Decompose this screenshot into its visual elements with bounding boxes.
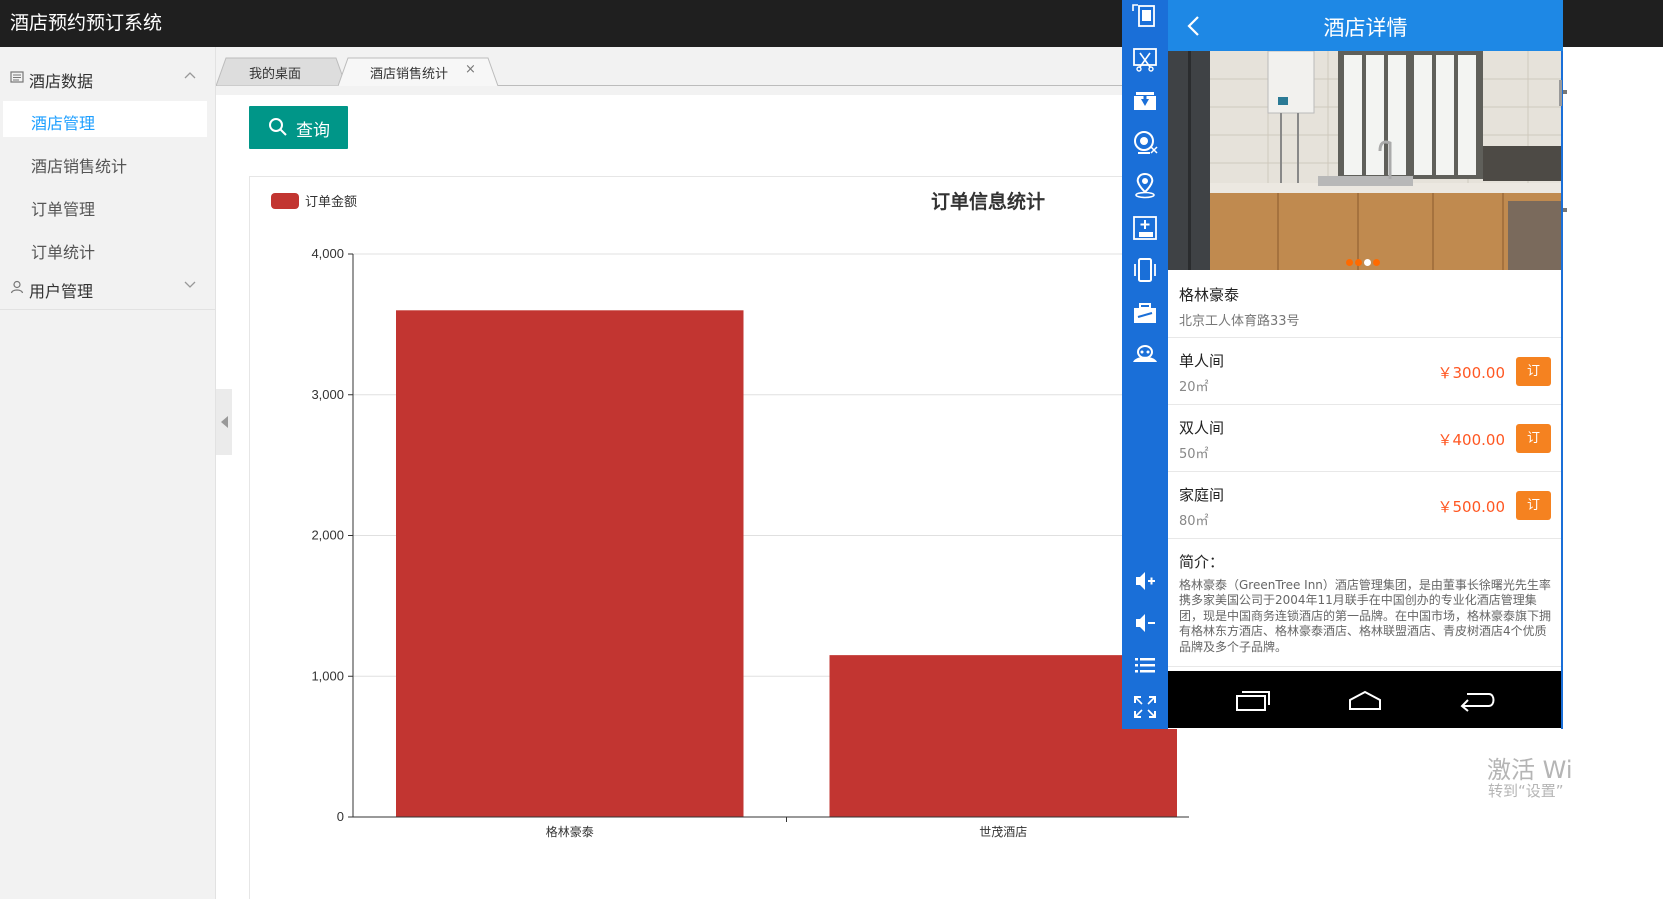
sidebar-item-label: 酒店管理 <box>31 114 96 133</box>
carousel-dot[interactable] <box>1373 259 1380 266</box>
divider <box>1168 471 1561 472</box>
toolbox-icon[interactable] <box>1130 298 1160 328</box>
phone-screen: 酒店详情 格林豪泰 北京工人体育路33号 单人间 20㎡ ￥300.00 订 双… <box>1168 0 1563 729</box>
intro-text: 格林豪泰（GreenTree Inn）酒店管理集团，是由董事长徐曙光先生率携多家… <box>1179 578 1552 654</box>
hotel-name: 格林豪泰 <box>1179 286 1240 304</box>
sidebar-group-hotel-data[interactable]: 酒店数据 <box>0 58 215 98</box>
scroll-marker <box>1563 208 1567 212</box>
sidebar-item-hotel-sales-stats[interactable]: 酒店销售统计 <box>3 144 207 180</box>
camera-icon[interactable] <box>1130 128 1160 158</box>
sidebar-item-order-stats[interactable]: 订单统计 <box>3 230 207 266</box>
recent-apps-icon[interactable] <box>1235 690 1271 712</box>
sidebar-item-label: 酒店销售统计 <box>31 157 128 176</box>
divider <box>1168 404 1561 405</box>
back-nav-icon[interactable] <box>1459 688 1497 712</box>
room-size: 80㎡ <box>1179 514 1209 529</box>
room-size: 50㎡ <box>1179 447 1209 462</box>
room-name: 家庭间 <box>1179 486 1225 504</box>
home-icon[interactable] <box>1347 689 1383 711</box>
sidebar-item-label: 订单管理 <box>31 200 96 219</box>
phone-page-title: 酒店详情 <box>1323 16 1408 40</box>
multi-instance-icon[interactable] <box>1130 340 1160 370</box>
android-nav-bar <box>1168 671 1561 728</box>
book-single-room-button[interactable]: 订 <box>1516 357 1551 386</box>
search-icon <box>269 118 287 136</box>
fullscreen-icon[interactable] <box>1130 692 1160 722</box>
carousel-dot[interactable] <box>1355 259 1362 266</box>
tab-label: 我的桌面 <box>249 67 302 82</box>
intro-label: 简介： <box>1179 553 1225 571</box>
app-title: 酒店预约预订系统 <box>10 12 163 34</box>
tab-label: 酒店销售统计 <box>370 67 449 82</box>
location-icon[interactable] <box>1130 170 1160 200</box>
book-double-room-button[interactable]: 订 <box>1516 424 1551 453</box>
tab-hotel-sales-stats[interactable]: 酒店销售统计 × <box>338 57 500 86</box>
sidebar-divider <box>0 309 215 310</box>
divider <box>1168 666 1561 667</box>
carousel-dot[interactable] <box>1346 259 1353 266</box>
sidebar-item-label: 订单统计 <box>31 243 96 262</box>
sidebar-group-label: 酒店数据 <box>29 72 94 91</box>
caret-left-icon <box>221 416 228 428</box>
room-price: ￥500.00 <box>1437 498 1506 516</box>
emulator-toolbar <box>1122 0 1168 729</box>
carousel-dot-active[interactable] <box>1364 259 1371 266</box>
tab-close-icon[interactable]: × <box>465 62 476 77</box>
hotel-address: 北京工人体育路33号 <box>1179 314 1300 329</box>
legend-swatch[interactable] <box>271 193 299 209</box>
tab-desktop[interactable]: 我的桌面 <box>216 57 346 86</box>
y-tick-label: 4,000 <box>311 246 344 261</box>
shake-phone-icon[interactable] <box>1130 255 1160 285</box>
user-icon <box>10 280 24 294</box>
kitchen-photo <box>1168 51 1561 270</box>
scroll-marker <box>1563 90 1567 94</box>
y-tick-label: 0 <box>337 809 344 824</box>
x-tick-label: 格林豪泰 <box>546 824 594 839</box>
hotel-photo[interactable] <box>1168 51 1561 270</box>
sidebar-group-label: 用户管理 <box>29 282 94 301</box>
divider <box>1168 538 1561 539</box>
room-name: 双人间 <box>1179 419 1225 437</box>
y-tick-label: 2,000 <box>311 528 344 543</box>
screenshot-icon[interactable] <box>1130 44 1160 74</box>
query-button[interactable]: 查询 <box>249 106 348 149</box>
chevron-down-icon <box>184 281 196 288</box>
bar[interactable] <box>396 310 744 817</box>
install-download-icon[interactable] <box>1130 86 1160 116</box>
rotate-screen-icon[interactable] <box>1130 1 1160 31</box>
divider <box>1168 337 1561 338</box>
sidebar-item-hotel-management[interactable]: 酒店管理 <box>3 101 207 137</box>
scrollbar[interactable] <box>1559 80 1562 106</box>
menu-list-icon[interactable] <box>1130 650 1160 680</box>
document-icon <box>10 71 24 83</box>
sidebar-item-order-management[interactable]: 订单管理 <box>3 187 207 223</box>
volume-down-icon[interactable] <box>1130 608 1160 638</box>
y-tick-label: 1,000 <box>311 668 344 683</box>
room-size: 20㎡ <box>1179 380 1209 395</box>
legend-label[interactable]: 订单金额 <box>305 191 357 210</box>
x-tick-label: 世茂酒店 <box>979 825 1027 839</box>
room-name: 单人间 <box>1179 352 1225 370</box>
query-button-label: 查询 <box>296 121 330 141</box>
activation-watermark-hint: 转到“设置” <box>1488 782 1564 800</box>
phone-header: 酒店详情 <box>1168 0 1563 51</box>
chevron-up-icon <box>184 72 196 79</box>
room-price: ￥400.00 <box>1437 431 1506 449</box>
room-price: ￥300.00 <box>1437 364 1506 382</box>
volume-up-icon[interactable] <box>1130 566 1160 596</box>
y-tick-label: 3,000 <box>311 387 344 402</box>
book-family-room-button[interactable]: 订 <box>1516 491 1551 520</box>
apk-install-icon[interactable] <box>1130 213 1160 243</box>
chart-title: 订单信息统计 <box>930 191 1045 213</box>
sidebar-group-user-management[interactable]: 用户管理 <box>0 268 215 308</box>
sidebar: 酒店数据 酒店管理 酒店销售统计 订单管理 订单统计 用户管理 <box>0 47 216 899</box>
bar-chart: 01,0002,0003,0004,000格林豪泰世茂酒店维也纳酒店 <box>311 246 1189 839</box>
